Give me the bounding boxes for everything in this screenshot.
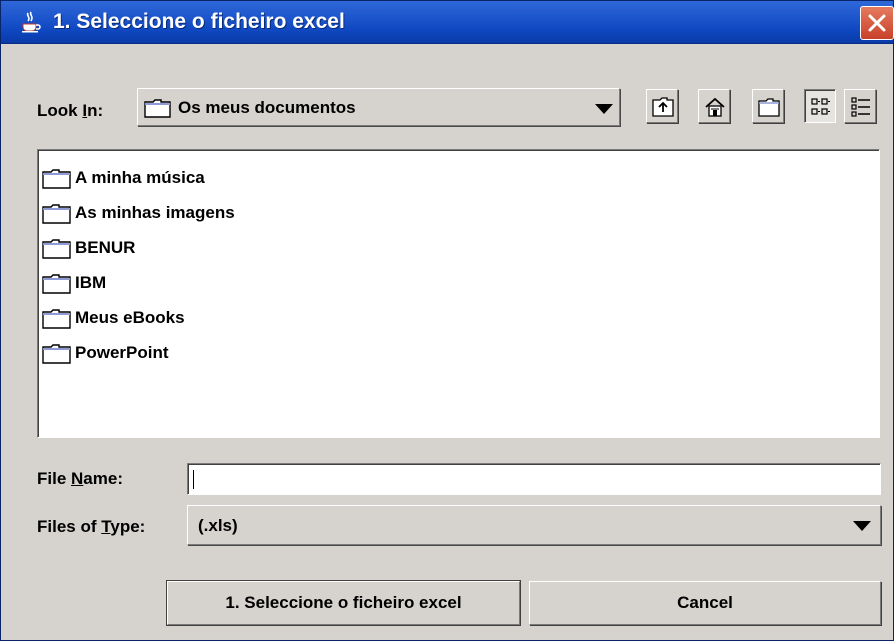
look-in-label: Look In: xyxy=(37,101,103,121)
look-in-label-prefix: Look xyxy=(37,101,83,120)
file-item-label: PowerPoint xyxy=(75,343,169,362)
folder-icon xyxy=(42,344,71,364)
file-chooser-dialog: 1. Seleccione o ficheiro excel Look In: … xyxy=(0,0,894,641)
folder-up-icon xyxy=(652,97,674,117)
list-item[interactable]: Meus eBooks xyxy=(42,304,185,332)
list-item[interactable]: PowerPoint xyxy=(42,339,169,367)
file-item-label: Meus eBooks xyxy=(75,308,185,327)
chevron-down-icon[interactable] xyxy=(595,104,613,114)
file-item-label: IBM xyxy=(75,273,107,292)
file-item-label: BENUR xyxy=(75,238,136,257)
folder-icon xyxy=(42,239,71,259)
details-view-button[interactable] xyxy=(844,89,876,123)
home-icon xyxy=(705,97,725,117)
file-type-label: Files of Type: xyxy=(37,517,145,537)
up-one-level-button[interactable] xyxy=(646,89,678,123)
chevron-down-icon[interactable] xyxy=(853,521,871,531)
cancel-button[interactable]: Cancel xyxy=(529,581,881,625)
file-list[interactable]: A minha música As minhas imagens BENUR I… xyxy=(37,149,880,438)
file-type-value: (.xls) xyxy=(198,516,238,535)
look-in-label-suffix: n: xyxy=(87,101,104,120)
list-item[interactable]: IBM xyxy=(42,269,106,297)
look-in-combobox[interactable]: Os meus documentos xyxy=(137,88,620,126)
java-coffee-cup-icon xyxy=(19,10,43,34)
home-button[interactable] xyxy=(698,89,730,123)
list-item[interactable]: BENUR xyxy=(42,234,135,262)
file-type-label-suffix: ype: xyxy=(110,517,146,536)
close-icon xyxy=(868,14,886,32)
file-type-label-mnemonic: T xyxy=(101,517,111,536)
file-name-label-mnemonic: N xyxy=(71,469,84,488)
file-item-label: As minhas imagens xyxy=(75,203,235,222)
list-item[interactable]: A minha música xyxy=(42,164,205,192)
details-view-icon xyxy=(851,97,870,117)
list-view-button[interactable] xyxy=(804,89,836,123)
file-item-label: A minha música xyxy=(75,168,205,187)
window-title: 1. Seleccione o ficheiro excel xyxy=(53,10,345,33)
new-folder-icon xyxy=(758,98,780,117)
text-caret xyxy=(193,470,194,489)
file-name-label-suffix: ame: xyxy=(83,469,123,488)
list-view-icon xyxy=(811,98,830,115)
folder-icon xyxy=(42,169,71,189)
approve-button[interactable]: 1. Seleccione o ficheiro excel xyxy=(166,580,521,626)
title-bar[interactable]: 1. Seleccione o ficheiro excel xyxy=(1,1,894,44)
file-name-label-prefix: File xyxy=(37,469,72,488)
folder-icon xyxy=(42,274,71,294)
folder-icon xyxy=(42,309,71,329)
new-folder-button[interactable] xyxy=(752,89,784,123)
folder-icon xyxy=(42,204,71,224)
file-name-label: File Name: xyxy=(37,469,123,489)
file-name-field[interactable] xyxy=(187,463,881,495)
list-item[interactable]: As minhas imagens xyxy=(42,199,235,227)
file-type-label-prefix: Files of xyxy=(37,517,102,536)
folder-icon xyxy=(144,98,172,123)
close-button[interactable] xyxy=(860,6,894,40)
look-in-value: Os meus documentos xyxy=(178,98,356,117)
file-type-combobox[interactable]: (.xls) xyxy=(187,505,881,545)
